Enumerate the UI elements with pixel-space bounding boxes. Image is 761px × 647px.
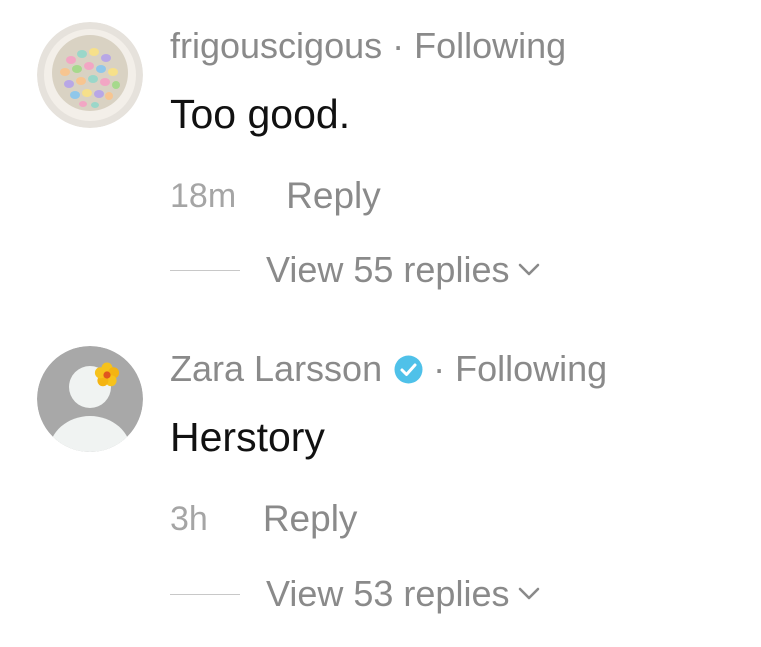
- avatar[interactable]: [37, 22, 143, 128]
- verified-badge-icon: [394, 355, 423, 383]
- reply-button[interactable]: Reply: [286, 177, 381, 214]
- divider-line: [170, 593, 240, 595]
- view-replies-label: View 53 replies: [266, 573, 510, 614]
- default-avatar-icon: [37, 346, 143, 452]
- comment-text: Herstory: [170, 414, 325, 460]
- comment-item: frigouscigous · Following Too good. 18m …: [0, 0, 761, 323]
- separator-dot: ·: [392, 25, 405, 66]
- avatar[interactable]: [37, 346, 143, 452]
- follow-status: Following: [414, 25, 567, 66]
- timestamp: 3h: [170, 499, 208, 538]
- view-replies-label: View 55 replies: [266, 249, 510, 290]
- candy-bowl-image: [37, 22, 143, 128]
- separator-dot: ·: [433, 348, 446, 389]
- chevron-down-icon: [519, 263, 540, 276]
- divider-line: [170, 269, 240, 271]
- chevron-down-icon: [519, 587, 540, 600]
- view-replies-button[interactable]: View 55 replies: [266, 252, 541, 288]
- comment-header: frigouscigous · Following: [170, 28, 566, 64]
- comment-meta: 3h Reply: [170, 500, 357, 537]
- view-replies-row: View 55 replies: [170, 252, 541, 288]
- view-replies-button[interactable]: View 53 replies: [266, 576, 541, 612]
- username[interactable]: frigouscigous: [170, 28, 382, 64]
- comment-meta: 18m Reply: [170, 177, 381, 214]
- comment-header: Zara Larsson · Following: [170, 351, 607, 387]
- view-replies-row: View 53 replies: [170, 576, 541, 612]
- follow-status: Following: [455, 348, 608, 389]
- comment-item: Zara Larsson · Following Herstory 3h Rep…: [0, 323, 761, 646]
- reply-button[interactable]: Reply: [263, 500, 358, 537]
- username[interactable]: Zara Larsson: [170, 351, 382, 387]
- timestamp: 18m: [170, 176, 237, 215]
- comment-text: Too good.: [170, 91, 351, 137]
